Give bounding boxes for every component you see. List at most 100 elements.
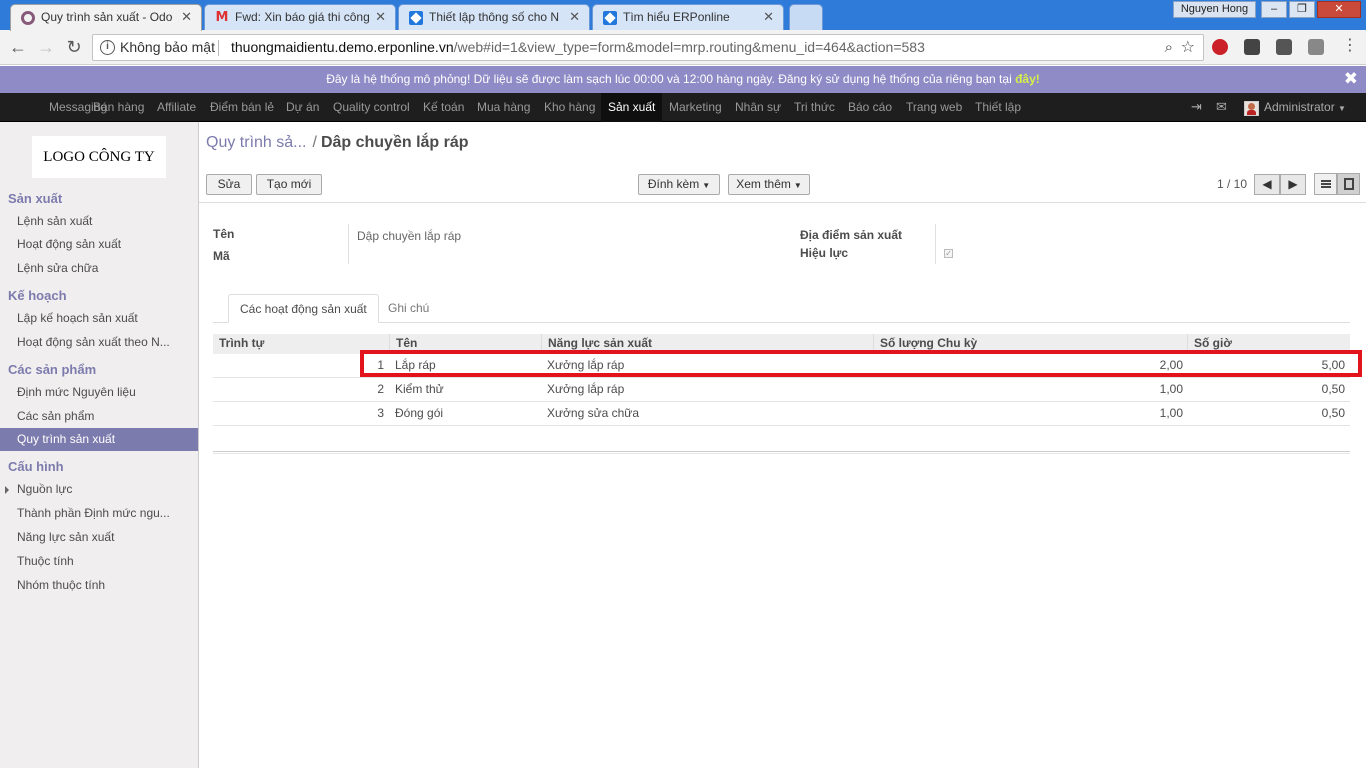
attach-label: Đính kèm (647, 177, 700, 191)
avatar[interactable] (1244, 101, 1259, 116)
menu-trang-web[interactable]: Trang web (899, 93, 969, 122)
extension-icon[interactable] (1276, 39, 1292, 55)
browser-toolbar: ← → ↻ i Không bảo mật thuongmaidientu.de… (0, 30, 1366, 65)
table-row[interactable]: 2 Kiểm thử Xưởng lắp ráp 1,00 0,50 (213, 378, 1350, 402)
browser-tab-gmail[interactable]: M Fwd: Xin báo giá thi công ✕ (204, 4, 396, 30)
field-divider (935, 224, 936, 264)
sidebar-item-lenh-sua-chua[interactable]: Lệnh sửa chữa (0, 257, 198, 280)
sidebar-item-hoat-dong-san-xuat[interactable]: Hoạt động sản xuất (0, 233, 198, 256)
menu-kho-hang[interactable]: Kho hàng (537, 93, 602, 122)
close-tab-icon[interactable]: ✕ (763, 9, 774, 25)
logout-icon[interactable]: ⇥ (1191, 93, 1202, 122)
user-menu[interactable]: Administrator ▼ (1264, 93, 1346, 122)
table-row[interactable]: 1 Lắp ráp Xưởng lắp ráp 2,00 5,00 (213, 354, 1350, 378)
pager-value[interactable]: 1 / 10 (1217, 177, 1247, 191)
forward-arrow-icon[interactable]: → (36, 37, 56, 57)
chevron-down-icon: ▼ (702, 181, 711, 190)
sidebar-item-nguon-luc[interactable]: Nguồn lực (0, 478, 198, 501)
chevron-down-icon: ▼ (793, 181, 802, 190)
menu-quality-control[interactable]: Quality control (326, 93, 417, 122)
info-icon[interactable]: i (100, 40, 115, 55)
sidebar-item-lenh-san-xuat[interactable]: Lệnh sản xuất (0, 210, 198, 233)
name-label: Tên (213, 227, 235, 241)
extension-icon[interactable] (1244, 39, 1260, 55)
column-header-name[interactable]: Tên (389, 334, 541, 354)
user-name: Administrator (1264, 100, 1335, 114)
url-text[interactable]: thuongmaidientu.demo.erponline.vn/web#id… (231, 35, 925, 60)
sidebar-item-lap-ke-hoach[interactable]: Lập kế hoạch sản xuất (0, 307, 198, 330)
name-field[interactable]: Dập chuyền lắp ráp (357, 229, 461, 243)
sidebar-section-san-xuat: Sản xuất (8, 191, 63, 206)
browser-tab-odoo[interactable]: Quy trình sản xuất - Odo ✕ (10, 4, 202, 31)
top-menu: Messaging Bán hàng Affiliate Điểm bán lẻ… (0, 93, 1366, 122)
address-bar[interactable]: i Không bảo mật thuongmaidientu.demo.erp… (92, 34, 1204, 61)
menu-ban-hang[interactable]: Bán hàng (86, 93, 151, 122)
menu-diem-ban-le[interactable]: Điểm bán lẻ (203, 93, 281, 122)
close-tab-icon[interactable]: ✕ (181, 9, 192, 25)
sidebar-item-thanh-phan-dinh-muc[interactable]: Thành phần Định mức ngu... (0, 502, 198, 525)
gmail-extension-icon[interactable] (1308, 39, 1324, 55)
sidebar-item-cac-san-pham[interactable]: Các sản phẩm (0, 405, 198, 428)
browser-tab-tim-hieu[interactable]: Tìm hiểu ERPonline ✕ (592, 4, 784, 30)
browser-profile-chip[interactable]: Nguyen Hong (1173, 1, 1256, 18)
new-tab-button[interactable] (789, 4, 823, 30)
bookmark-star-icon[interactable]: ☆ (1181, 35, 1195, 60)
sidebar-item-nang-luc-san-xuat[interactable]: Năng lực sản xuất (0, 526, 198, 549)
sidebar-item-label: Nguồn lực (17, 482, 73, 496)
back-arrow-icon[interactable]: ← (8, 37, 28, 57)
menu-thiet-lap[interactable]: Thiết lập (968, 93, 1028, 122)
sidebar-item-thuoc-tinh[interactable]: Thuộc tính (0, 550, 198, 573)
next-arrow-icon[interactable]: ▶ (1280, 174, 1306, 195)
column-header-hours[interactable]: Số giờ (1187, 334, 1350, 354)
browser-menu-icon[interactable]: ⋮ (1342, 38, 1358, 55)
more-dropdown[interactable]: Xem thêm ▼ (728, 174, 810, 195)
menu-marketing[interactable]: Marketing (662, 93, 729, 122)
chat-icon[interactable]: ✉ (1216, 93, 1227, 122)
menu-bao-cao[interactable]: Báo cáo (841, 93, 899, 122)
menu-affiliate[interactable]: Affiliate (150, 93, 203, 122)
tab-operations[interactable]: Các hoạt động sản xuất (228, 294, 379, 323)
menu-nhan-su[interactable]: Nhân sự (728, 93, 788, 122)
company-logo[interactable]: LOGO CÔNG TY (32, 136, 166, 178)
menu-mua-hang[interactable]: Mua hàng (470, 93, 537, 122)
sidebar-item-dinh-muc-nguyen-lieu[interactable]: Định mức Nguyên liệu (0, 381, 198, 404)
create-button[interactable]: Tạo mới (256, 174, 322, 195)
close-tab-icon[interactable]: ✕ (375, 9, 386, 25)
list-view-icon[interactable] (1314, 173, 1337, 195)
column-header-cycles[interactable]: Số lượng Chu kỳ (873, 334, 1187, 354)
table-row[interactable]: 3 Đóng gói Xưởng sửa chữa 1,00 0,50 (213, 402, 1350, 426)
sidebar-item-quy-trinh-san-xuat[interactable]: Quy trình sản xuất (0, 428, 198, 451)
menu-du-an[interactable]: Dự án (279, 93, 326, 122)
sidebar-item-hoat-dong-theo-n[interactable]: Hoạt động sản xuất theo N... (0, 331, 198, 354)
menu-san-xuat[interactable]: Sản xuất (601, 93, 663, 122)
form-view-icon[interactable] (1337, 173, 1360, 195)
attach-dropdown[interactable]: Đính kèm ▼ (638, 174, 720, 195)
banner-close-icon[interactable]: ✖ (1344, 66, 1358, 92)
banner-link[interactable]: đây! (1015, 72, 1040, 86)
previous-arrow-icon[interactable]: ◀ (1254, 174, 1280, 195)
maximize-icon[interactable]: ❐ (1289, 1, 1315, 18)
table-footer (213, 451, 1350, 454)
column-header-workcenter[interactable]: Năng lực sản xuất (541, 334, 873, 354)
menu-tri-thuc[interactable]: Tri thức (787, 93, 842, 122)
active-checkbox[interactable]: ✓ (944, 249, 953, 258)
column-header-sequence[interactable]: Trình tự (213, 334, 360, 354)
erponline-icon (409, 11, 423, 25)
edit-button[interactable]: Sửa (206, 174, 252, 195)
menu-ke-toan[interactable]: Kế toán (416, 93, 471, 122)
close-tab-icon[interactable]: ✕ (569, 9, 580, 25)
security-label[interactable]: Không bảo mật (120, 35, 215, 60)
caret-right-icon[interactable] (5, 486, 9, 494)
browser-tab-thiet-lap[interactable]: Thiết lập thông số cho N ✕ (398, 4, 590, 30)
pinterest-icon[interactable] (1212, 39, 1228, 55)
banner-text: Đây là hệ thống mô phỏng! Dữ liệu sẽ đượ… (326, 72, 1016, 86)
window-close-icon[interactable]: ✕ (1317, 1, 1361, 18)
minimize-icon[interactable]: – (1261, 1, 1287, 18)
sidebar-item-nhom-thuoc-tinh[interactable]: Nhóm thuộc tính (0, 574, 198, 597)
zoom-icon[interactable]: ⌕ (1165, 35, 1173, 60)
breadcrumb-parent[interactable]: Quy trình sả... (206, 134, 306, 151)
sidebar-section-ke-hoach: Kế hoạch (8, 288, 67, 303)
reload-icon[interactable]: ↻ (64, 37, 84, 57)
tab-notes[interactable]: Ghi chú (377, 294, 440, 323)
row-sequence: 2 (377, 382, 384, 396)
